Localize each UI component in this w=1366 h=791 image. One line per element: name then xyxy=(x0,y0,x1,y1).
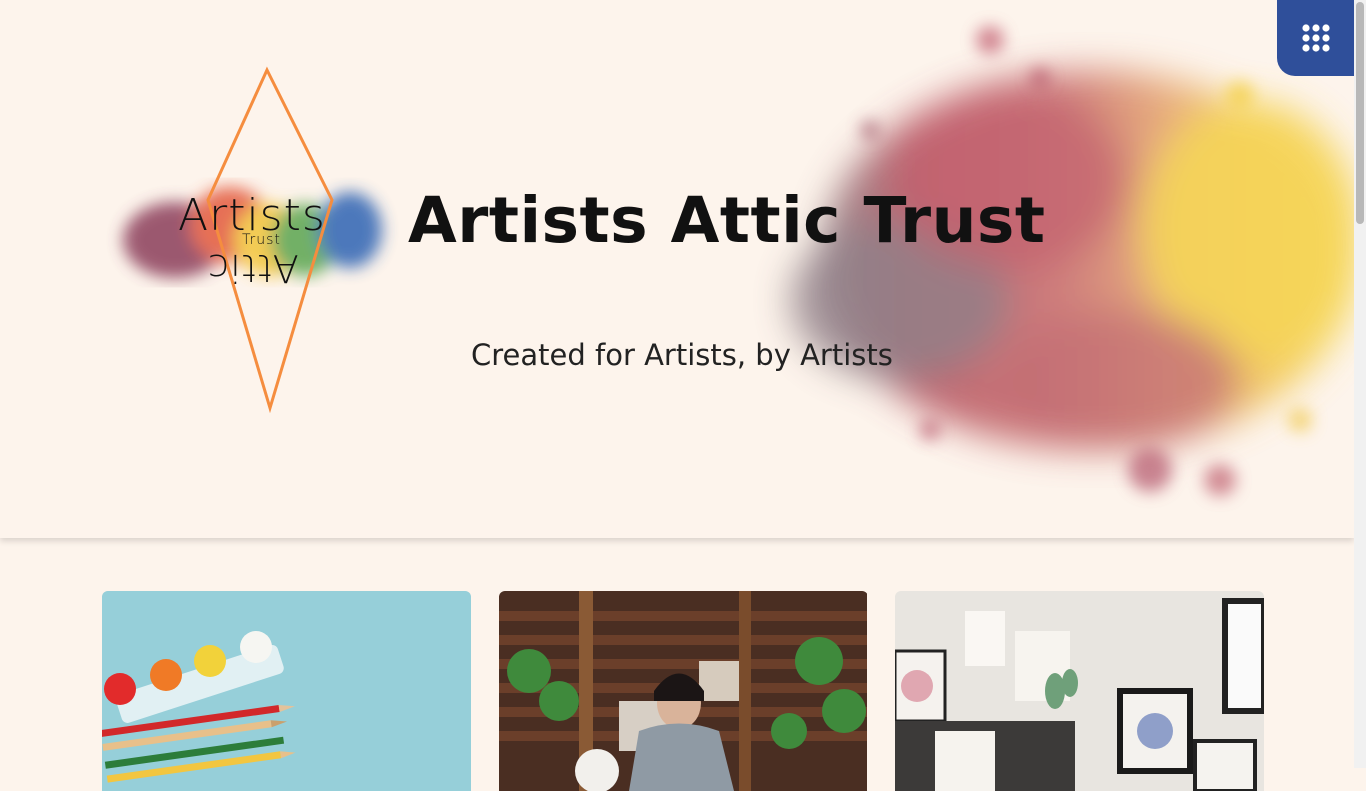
logo-word-attic: Attic xyxy=(207,246,299,290)
card-image-woman-painting xyxy=(499,591,867,791)
page-subtitle: Created for Artists, by Artists xyxy=(471,338,893,372)
vertical-scrollbar[interactable] xyxy=(1354,0,1366,768)
card-image-botanical-frames xyxy=(895,591,1264,791)
card-framed-artworks[interactable] xyxy=(895,591,1264,791)
hero-banner: Artists Trust Attic Artists Attic Trust … xyxy=(0,0,1354,538)
card-artist-studio[interactable] xyxy=(499,591,868,791)
card-image-paint-pots xyxy=(102,591,471,791)
card-row xyxy=(0,538,1354,791)
card-paint-supplies[interactable] xyxy=(102,591,471,791)
logo[interactable]: Artists Trust Attic xyxy=(60,60,400,420)
grid-dots-icon xyxy=(1301,24,1330,52)
scrollbar-thumb[interactable] xyxy=(1356,2,1364,224)
page-title: Artists Attic Trust xyxy=(408,184,1046,257)
menu-button[interactable] xyxy=(1277,0,1354,76)
